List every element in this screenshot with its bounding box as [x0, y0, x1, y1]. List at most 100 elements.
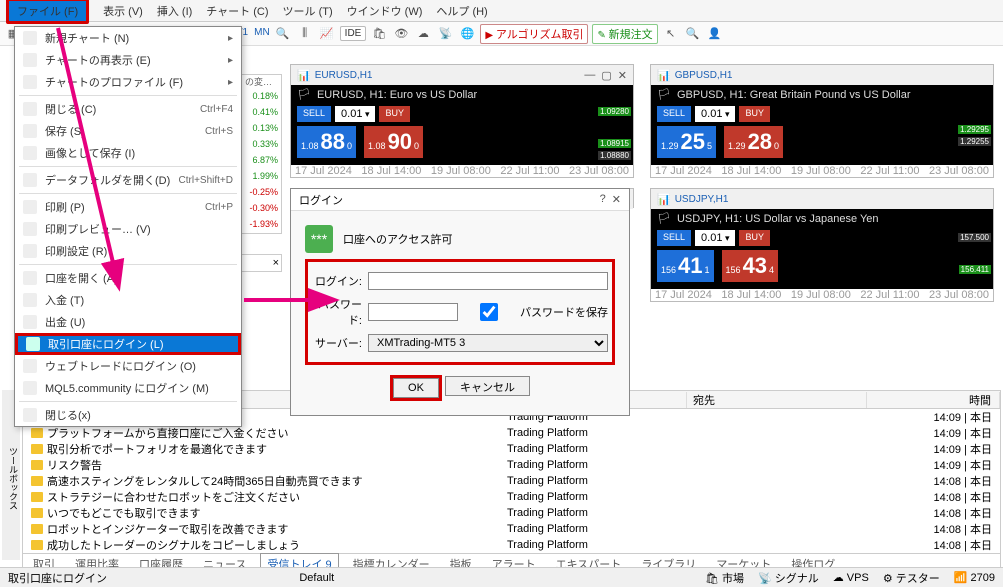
mail-from: Trading Platform: [507, 443, 687, 455]
chart-gbpusd: 📊GBPUSD,H1 🏳GBPUSD, H1: Great Britain Po…: [650, 64, 994, 178]
mi-login-web[interactable]: ウェブトレードにログイン (O): [15, 355, 241, 377]
chart-xaxis: 17 Jul 202418 Jul 14:0019 Jul 08:0022 Ju…: [651, 289, 993, 301]
table-row[interactable]: 取引分析でポートフォリオを最適化できますTrading Platform14:0…: [23, 441, 1000, 457]
qty-input[interactable]: 0.01 ▾: [695, 106, 735, 122]
buy-button[interactable]: BUY: [379, 106, 410, 122]
menu-window[interactable]: ウインドウ (W): [347, 3, 423, 19]
status-market[interactable]: 🛍 市場: [705, 570, 744, 586]
ok-button[interactable]: OK: [393, 378, 439, 398]
cancel-button[interactable]: キャンセル: [445, 376, 530, 396]
cursor-icon[interactable]: ↖: [662, 25, 680, 43]
savepw-label: パスワードを保存: [520, 304, 608, 320]
status-bar: 取引口座にログイン Default 🛍 市場 📡 シグナル ☁ VPS ⚙ テス…: [0, 567, 1003, 587]
status-vps[interactable]: ☁ VPS: [833, 571, 869, 584]
mi-withdraw[interactable]: 出金 (U): [15, 311, 241, 333]
chart-icon: 📊: [657, 193, 671, 206]
menu-file[interactable]: ファイル (F): [6, 0, 89, 24]
table-row[interactable]: プラットフォームから直接口座にご入金くださいTrading Platform14…: [23, 425, 1000, 441]
status-signal[interactable]: 📡 シグナル: [758, 570, 819, 586]
mail-subject: プラットフォームから直接口座にご入金ください: [47, 425, 288, 441]
zoomin-icon[interactable]: 🔍: [274, 25, 292, 43]
avatar-icon: ***: [305, 225, 333, 253]
mi-exit[interactable]: 閉じる(x): [15, 404, 241, 426]
mail-from: Trading Platform: [507, 507, 687, 519]
help-icon[interactable]: ?: [600, 193, 606, 206]
mi-login-trade[interactable]: 取引口座にログイン (L): [15, 333, 241, 355]
rate-val: 0.13%: [241, 123, 281, 139]
mail-from: Trading Platform: [507, 427, 687, 439]
status-left: 取引口座にログイン: [8, 570, 107, 586]
candle-icon[interactable]: ⫼: [296, 25, 314, 43]
col-to[interactable]: 宛先: [687, 392, 867, 408]
menu-chart[interactable]: チャート (C): [206, 3, 268, 19]
col-time[interactable]: 時間: [963, 392, 1000, 408]
login-label: ログイン:: [312, 273, 362, 289]
table-row[interactable]: 成功したトレーダーのシグナルをコピーしましょうTrading Platform1…: [23, 537, 1000, 553]
chart-header: GBPUSD, H1: Great Britain Pound vs US Do…: [677, 89, 911, 101]
table-row[interactable]: いつでもどこでも取引できますTrading Platform14:08 | 本日: [23, 505, 1000, 521]
bag-icon[interactable]: 🛍: [370, 25, 388, 43]
menu-tool[interactable]: ツール (T): [283, 3, 333, 19]
password-input[interactable]: [368, 303, 458, 321]
qty-input[interactable]: 0.01 ▾: [695, 230, 735, 246]
chart-title: EURUSD,H1: [315, 70, 373, 81]
signal-icon[interactable]: 📡: [436, 25, 454, 43]
folder-icon: [31, 428, 43, 438]
table-row[interactable]: ストラテジーに合わせたロボットをご注文くださいTrading Platform1…: [23, 489, 1000, 505]
cloud-icon[interactable]: ☁: [414, 25, 432, 43]
ide-button[interactable]: IDE: [340, 26, 367, 41]
tf-mn[interactable]: MN: [254, 27, 270, 40]
table-row[interactable]: ロボットとインジケーターで取引を改善できますTrading Platform14…: [23, 521, 1000, 537]
price-label: 1.09280: [598, 107, 631, 116]
user-icon[interactable]: 👤: [706, 25, 724, 43]
eye-icon[interactable]: 👁: [392, 25, 410, 43]
savepw-checkbox[interactable]: [464, 303, 514, 321]
mail-subject: ストラテジーに合わせたロボットをご注文ください: [47, 489, 300, 505]
sell-button[interactable]: SELL: [297, 106, 331, 122]
menu-view[interactable]: 表示 (V): [103, 3, 143, 19]
mail-time: 14:09 | 本日: [934, 457, 1001, 473]
login-input[interactable]: [368, 272, 608, 290]
mail-time: 14:08 | 本日: [934, 489, 1001, 505]
mail-subject: 高速ホスティングをレンタルして24時間365日自動売買できます: [47, 473, 363, 489]
folder-icon: [31, 444, 43, 454]
buy-button[interactable]: BUY: [739, 106, 770, 122]
ask-price: 1.29280: [724, 126, 783, 158]
folder-icon: [31, 460, 43, 470]
mail-subject: リスク警告: [47, 457, 102, 473]
mail-subject: 成功したトレーダーのシグナルをコピーしましょう: [47, 537, 300, 553]
globe-icon[interactable]: 🌐: [458, 25, 476, 43]
line-icon[interactable]: 📈: [318, 25, 336, 43]
price-label: 157.500: [958, 233, 991, 242]
mail-time: 14:09 | 本日: [934, 409, 1001, 425]
nav-close[interactable]: ×: [240, 254, 282, 272]
maximize-icon[interactable]: ▢: [601, 69, 611, 82]
table-row[interactable]: リスク警告Trading Platform14:09 | 本日: [23, 457, 1000, 473]
status-conn: 📶 2709: [954, 571, 995, 584]
close-icon[interactable]: ✕: [612, 193, 621, 206]
rate-val: 6.87%: [241, 155, 281, 171]
mail-time: 14:08 | 本日: [934, 505, 1001, 521]
menu-insert[interactable]: 挿入 (I): [157, 3, 192, 19]
search-icon[interactable]: 🔍: [684, 25, 702, 43]
sell-button[interactable]: SELL: [657, 106, 691, 122]
status-default: Default: [299, 572, 334, 584]
algo-button[interactable]: ▶ アルゴリズム取引: [480, 24, 588, 44]
rate-val: 0.33%: [241, 139, 281, 155]
table-row[interactable]: 高速ホスティングをレンタルして24時間365日自動売買できますTrading P…: [23, 473, 1000, 489]
menu-help[interactable]: ヘルプ (H): [436, 3, 487, 19]
rate-header: の変…: [241, 75, 281, 91]
price-label: 1.29295: [958, 125, 991, 134]
sell-button[interactable]: SELL: [657, 230, 691, 246]
close-icon[interactable]: ✕: [618, 69, 627, 82]
buy-button[interactable]: BUY: [739, 230, 770, 246]
status-tester[interactable]: ⚙ テスター: [883, 570, 940, 586]
minimize-icon[interactable]: —: [584, 69, 595, 82]
server-select[interactable]: XMTrading-MT5 3: [368, 334, 608, 352]
ask-price: 156434: [722, 250, 779, 282]
mi-login-mql[interactable]: MQL5.community にログイン (M): [15, 377, 241, 399]
qty-input[interactable]: 0.01 ▾: [335, 106, 375, 122]
dialog-title: ログイン: [299, 192, 343, 208]
rate-val: -1.93%: [241, 219, 281, 235]
neworder-button[interactable]: ✎ 新規注文: [592, 24, 657, 44]
